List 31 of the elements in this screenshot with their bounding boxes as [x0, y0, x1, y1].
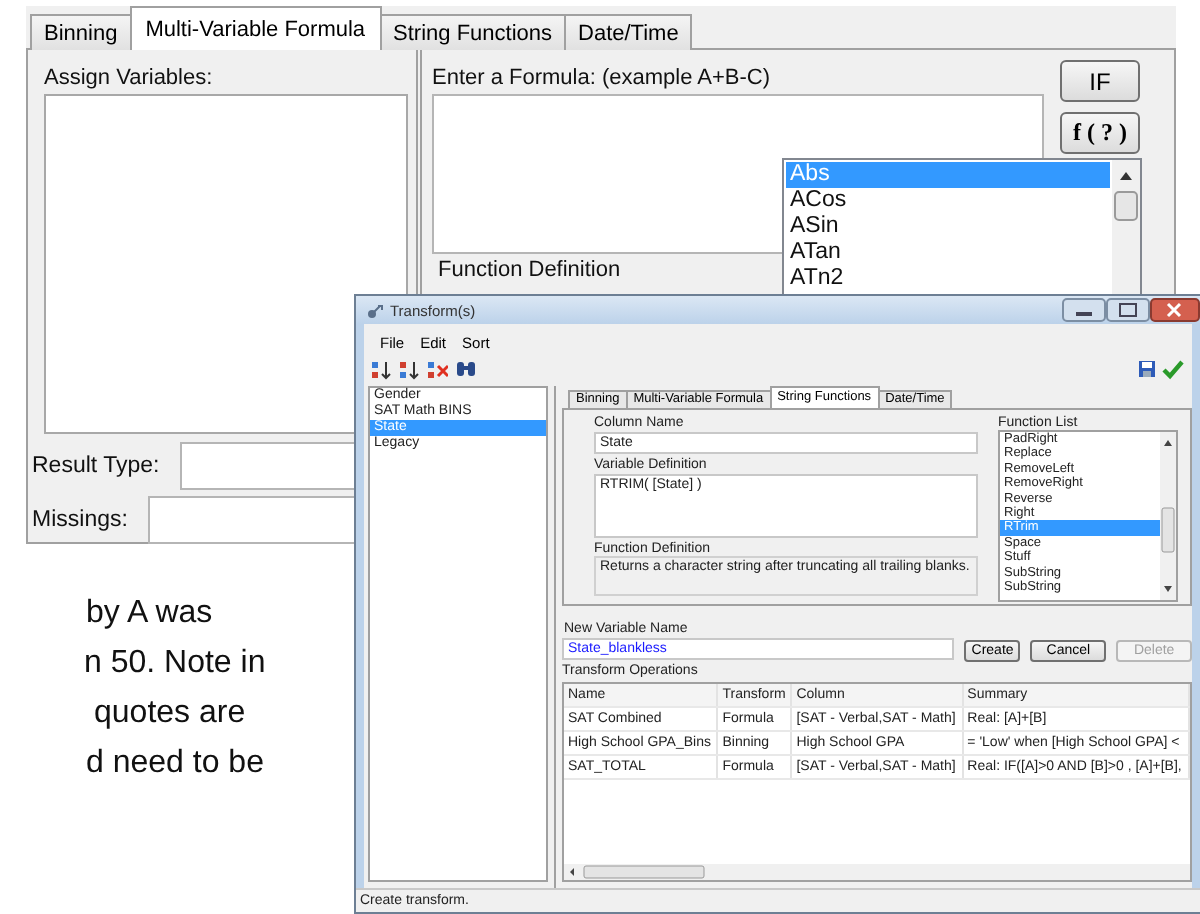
window-icon[interactable] [366, 301, 384, 319]
binoculars-icon[interactable] [456, 360, 476, 380]
sort-ascending-icon[interactable] [372, 360, 392, 380]
list-item[interactable]: ATan [786, 240, 1110, 266]
missings-label: Missings: [32, 508, 128, 532]
tab[interactable]: Date/Time [564, 14, 693, 50]
list-item[interactable]: ATn2 [786, 266, 1110, 292]
if-button[interactable]: IF [1060, 60, 1140, 102]
remove-sort-icon[interactable] [428, 360, 448, 380]
minimize-button[interactable] [1062, 298, 1106, 322]
checkmark-icon[interactable] [1162, 360, 1184, 380]
result-type-label: Result Type: [32, 454, 160, 478]
slide-text-line: quotes are [94, 694, 246, 734]
close-button[interactable] [1150, 298, 1200, 322]
slide-text-line: d need to be [86, 744, 264, 784]
slide-text-line: by A was [86, 594, 213, 634]
sort-descending-icon[interactable] [400, 360, 420, 380]
slide-text-line: n 50. Note in [84, 644, 266, 684]
function-definition-label: Function Definition [438, 258, 621, 282]
list-item[interactable]: ACos [786, 188, 1110, 214]
save-icon[interactable] [1138, 360, 1156, 378]
tab[interactable]: String Functions [379, 14, 567, 50]
tab[interactable]: Binning [30, 14, 132, 50]
tab[interactable]: Multi-Variable Formula [129, 6, 382, 50]
maximize-button[interactable] [1106, 298, 1150, 322]
function-button[interactable]: f ( ? ) [1060, 112, 1140, 154]
scrollbar[interactable] [564, 864, 1190, 880]
list-item[interactable]: ASin [786, 214, 1110, 240]
scrollbar[interactable] [1160, 432, 1176, 600]
assign-variables-label: Assign Variables: [44, 66, 215, 90]
formula-label: Enter a Formula: (example A+B-C) [432, 66, 773, 90]
